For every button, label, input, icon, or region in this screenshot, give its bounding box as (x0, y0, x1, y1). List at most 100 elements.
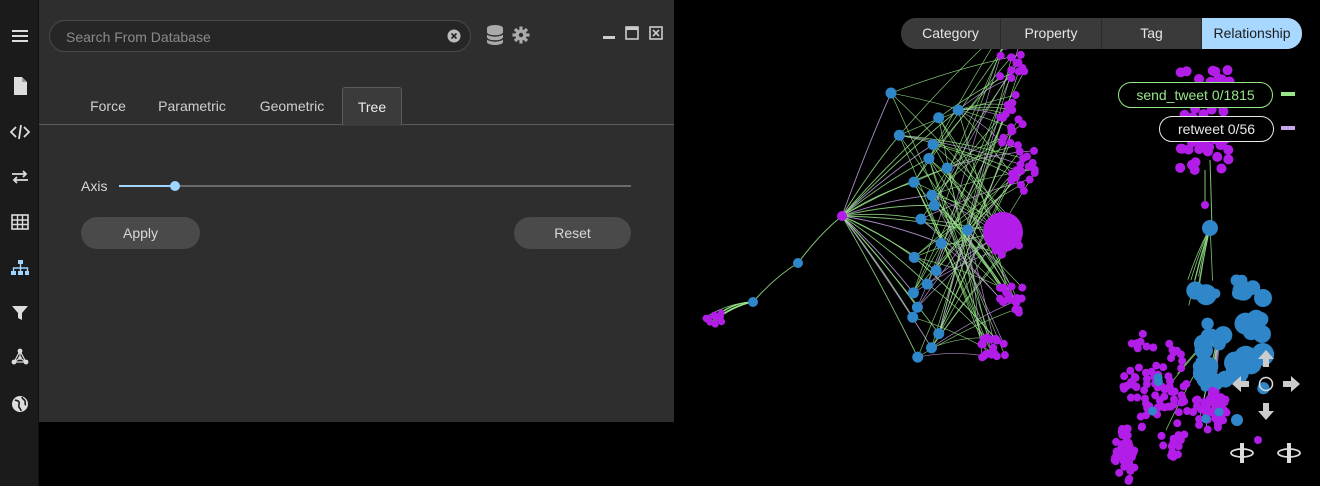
view-mode-tag[interactable]: Tag (1102, 18, 1202, 49)
graph-node (793, 258, 803, 268)
graph-node (1141, 394, 1150, 403)
table-icon[interactable] (0, 205, 39, 239)
code-icon[interactable] (0, 115, 39, 149)
legend-send-tweet[interactable]: send_tweet 0/1815 (1118, 82, 1273, 108)
graph-node (925, 342, 937, 354)
graph-node (993, 336, 1002, 345)
search-input[interactable] (66, 27, 436, 47)
view-mode-property[interactable]: Property (1001, 18, 1102, 49)
graph-node (926, 189, 938, 201)
database-icon[interactable] (485, 24, 505, 46)
tab-tree[interactable]: Tree (342, 87, 402, 126)
graph-node (837, 211, 847, 221)
graph-node (1214, 407, 1224, 417)
network-icon[interactable] (0, 340, 39, 374)
graph-node (1174, 408, 1183, 417)
graph-node (952, 104, 964, 116)
graph-node (1222, 65, 1233, 76)
globe-icon[interactable] (0, 387, 39, 421)
reset-view-icon[interactable] (1258, 376, 1274, 392)
graph-node (1123, 431, 1132, 440)
graph-node (1189, 408, 1198, 417)
graph-edge (841, 215, 919, 358)
graph-edge (841, 215, 940, 334)
graph-node (1018, 120, 1027, 129)
graph-node (1000, 351, 1009, 360)
rotate-right-icon[interactable] (1277, 443, 1301, 463)
graph-node (1168, 448, 1177, 457)
view-mode-relationship[interactable]: Relationship (1202, 18, 1302, 49)
graph-node (915, 213, 927, 225)
pan-right-icon[interactable] (1283, 376, 1300, 392)
graph-node (1012, 59, 1021, 68)
menu-icon[interactable] (0, 19, 39, 53)
graph-node (1127, 339, 1136, 348)
graph-node (893, 129, 905, 141)
rotate-left-icon[interactable] (1230, 443, 1254, 463)
minimize-icon[interactable] (602, 26, 616, 40)
graph-node (710, 312, 718, 320)
graph-edge (841, 215, 915, 258)
graph-node (1123, 381, 1132, 390)
graph-node (1213, 416, 1222, 425)
graph-node (1159, 441, 1168, 450)
search-box (49, 20, 471, 52)
graph-node (1210, 288, 1221, 299)
file-icon[interactable] (0, 69, 39, 103)
pan-left-icon[interactable] (1232, 376, 1249, 392)
graph-node (982, 349, 991, 358)
legend-retweet[interactable]: retweet 0/56 (1159, 116, 1274, 142)
graph-node (1177, 143, 1188, 154)
graph-node (996, 72, 1005, 81)
graph-node (928, 199, 940, 211)
sidebar-rail (0, 0, 39, 486)
graph-canvas[interactable] (674, 0, 1320, 486)
graph-node (885, 87, 897, 99)
graph-node (1159, 363, 1168, 372)
graph-edge (917, 353, 985, 358)
graph-node (1202, 146, 1213, 157)
graph-node (1132, 383, 1141, 392)
graph-node (1210, 66, 1221, 77)
graph-node (1202, 402, 1211, 411)
graph-node (1254, 289, 1272, 307)
hierarchy-icon[interactable] (0, 251, 39, 285)
axis-slider-thumb[interactable] (170, 181, 181, 191)
graph-node (1213, 423, 1222, 432)
graph-node (1131, 373, 1140, 382)
graph-node (1111, 457, 1120, 466)
graph-node (1223, 154, 1234, 165)
axis-slider[interactable] (119, 181, 631, 191)
pan-up-icon[interactable] (1258, 350, 1274, 367)
tab-force[interactable]: Force (79, 87, 137, 125)
graph-node (1120, 372, 1129, 381)
pan-down-icon[interactable] (1258, 403, 1274, 420)
tab-parametric[interactable]: Parametric (151, 87, 233, 125)
filter-icon[interactable] (0, 296, 39, 330)
graph-node (1130, 463, 1139, 472)
graph-node (923, 153, 935, 165)
swap-icon[interactable] (0, 160, 39, 194)
graph-node (1195, 420, 1204, 429)
tab-geometric[interactable]: Geometric (251, 87, 333, 125)
view-mode-category[interactable]: Category (901, 18, 1001, 49)
graph-node (1203, 358, 1213, 368)
graph-node (1178, 393, 1187, 402)
graph-node (1015, 147, 1024, 156)
graph-node (1216, 163, 1227, 174)
graph-node (748, 297, 758, 307)
maximize-icon[interactable] (625, 26, 639, 40)
gear-icon[interactable] (511, 24, 531, 46)
graph-edge (841, 215, 918, 308)
reset-button[interactable]: Reset (514, 217, 631, 249)
graph-node (1212, 399, 1221, 408)
apply-button[interactable]: Apply (81, 217, 200, 249)
graph-node (1201, 414, 1211, 424)
clear-search-icon[interactable] (447, 29, 461, 43)
graph-node (1253, 325, 1271, 343)
graph-node (1007, 127, 1016, 136)
graph-node (1003, 101, 1012, 110)
graph-node (912, 351, 924, 363)
close-icon[interactable] (649, 26, 663, 40)
navigation-controls (1230, 350, 1301, 463)
